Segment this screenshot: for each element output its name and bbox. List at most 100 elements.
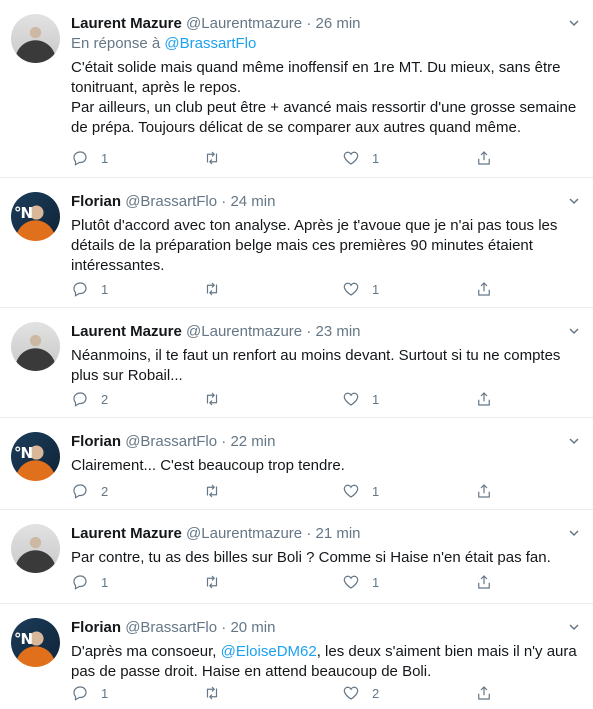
tweet-text-line: tonitruant, après le repos. bbox=[71, 79, 242, 96]
author-handle[interactable]: @Laurentmazure bbox=[186, 15, 302, 32]
avatar[interactable]: °N bbox=[11, 432, 60, 481]
tweet-content: Laurent Mazure @Laurentmazure · 26 min E… bbox=[71, 14, 579, 138]
tweet[interactable]: Laurent Mazure @Laurentmazure · 26 min E… bbox=[0, 0, 593, 178]
author-handle[interactable]: @BrassartFlo bbox=[125, 433, 217, 450]
heart-icon bbox=[343, 686, 359, 700]
retweet-icon bbox=[206, 392, 218, 406]
tweet-content: Florian @BrassartFlo · 22 min Clairement… bbox=[71, 432, 579, 476]
reply-context: En réponse à @BrassartFlo bbox=[71, 34, 579, 54]
reply-count: 1 bbox=[101, 150, 109, 166]
tweet-content: Florian @BrassartFlo · 24 min Plutôt d'a… bbox=[71, 192, 579, 276]
timestamp[interactable]: 24 min bbox=[230, 193, 275, 210]
tweet-text-line: plus sur Robail... bbox=[71, 367, 183, 384]
share-icon bbox=[478, 151, 490, 165]
heart-icon bbox=[343, 575, 359, 589]
share-button[interactable] bbox=[475, 572, 493, 592]
text-segment: , les deux s'aiment bien mais il n'y aur… bbox=[316, 643, 577, 660]
separator-dot: · bbox=[221, 193, 227, 210]
retweet-button[interactable] bbox=[203, 148, 233, 168]
tweet-text-line: Par ailleurs, un club peut être + avancé… bbox=[71, 99, 577, 116]
tweet-header: Florian @BrassartFlo · 24 min bbox=[71, 192, 579, 212]
tweet[interactable]: Laurent Mazure @Laurentmazure · 21 min P… bbox=[0, 510, 593, 604]
reply-to-link[interactable]: @BrassartFlo bbox=[164, 35, 256, 52]
share-icon bbox=[478, 575, 490, 589]
tweet-text: Par contre, tu as des billes sur Boli ? … bbox=[71, 548, 579, 568]
reply-button[interactable]: 1 bbox=[71, 279, 108, 299]
avatar-logo-text: °N bbox=[14, 444, 33, 462]
reply-icon bbox=[73, 484, 87, 499]
reply-count: 2 bbox=[101, 391, 109, 407]
like-button[interactable]: 2 bbox=[342, 683, 379, 703]
tweet[interactable]: Laurent Mazure @Laurentmazure · 23 min N… bbox=[0, 308, 593, 418]
share-icon bbox=[478, 282, 490, 296]
timestamp[interactable]: 20 min bbox=[230, 619, 275, 636]
heart-icon bbox=[343, 392, 359, 406]
author-name[interactable]: Florian bbox=[71, 619, 121, 636]
like-count: 1 bbox=[372, 483, 380, 499]
avatar[interactable]: °N bbox=[11, 618, 60, 667]
like-count: 1 bbox=[372, 281, 380, 297]
author-name[interactable]: Florian bbox=[71, 193, 121, 210]
share-button[interactable] bbox=[475, 279, 493, 299]
tweet[interactable]: °N Florian @BrassartFlo · 22 min Clairem… bbox=[0, 418, 593, 510]
author-name[interactable]: Laurent Mazure bbox=[71, 323, 182, 340]
reply-icon bbox=[73, 392, 87, 407]
reply-prefix: En réponse à bbox=[71, 35, 161, 52]
like-count: 1 bbox=[372, 391, 380, 407]
timestamp[interactable]: 22 min bbox=[230, 433, 275, 450]
tweet[interactable]: °N Florian @BrassartFlo · 20 min D'après… bbox=[0, 604, 593, 709]
reply-button[interactable]: 2 bbox=[71, 481, 108, 501]
avatar[interactable] bbox=[11, 322, 60, 371]
tweet-text: Plutôt d'accord avec ton analyse. Après … bbox=[71, 216, 579, 276]
reply-count: 1 bbox=[101, 574, 109, 590]
tweet-actions: 1 1 bbox=[71, 148, 501, 168]
author-name[interactable]: Florian bbox=[71, 433, 121, 450]
reply-button[interactable]: 1 bbox=[71, 683, 108, 703]
tweet-actions: 2 1 bbox=[71, 481, 501, 501]
tweet-text-line: détails de la préparation belge mais ces… bbox=[71, 237, 533, 254]
share-button[interactable] bbox=[475, 148, 493, 168]
share-icon bbox=[478, 392, 490, 406]
tweet-text-line: intéressantes. bbox=[71, 257, 165, 274]
retweet-icon bbox=[206, 282, 218, 296]
like-button[interactable]: 1 bbox=[342, 279, 379, 299]
author-name[interactable]: Laurent Mazure bbox=[71, 15, 182, 32]
reply-button[interactable]: 1 bbox=[71, 572, 108, 592]
mention-link[interactable]: @EloiseDM62 bbox=[221, 643, 317, 660]
like-button[interactable]: 1 bbox=[342, 572, 379, 592]
retweet-button[interactable] bbox=[203, 683, 233, 703]
author-handle[interactable]: @BrassartFlo bbox=[125, 619, 217, 636]
share-button[interactable] bbox=[475, 683, 493, 703]
like-button[interactable]: 1 bbox=[342, 481, 379, 501]
tweet[interactable]: °N Florian @BrassartFlo · 24 min Plutôt … bbox=[0, 178, 593, 308]
like-button[interactable]: 1 bbox=[342, 148, 379, 168]
retweet-button[interactable] bbox=[203, 572, 233, 592]
tweet-text-line: D'après ma consoeur, @EloiseDM62, les de… bbox=[71, 642, 579, 662]
retweet-button[interactable] bbox=[203, 481, 233, 501]
share-button[interactable] bbox=[475, 389, 493, 409]
retweet-button[interactable] bbox=[203, 389, 233, 409]
tweet-text-line: Plutôt d'accord avec ton analyse. Après … bbox=[71, 217, 558, 234]
like-button[interactable]: 1 bbox=[342, 389, 379, 409]
reply-button[interactable]: 1 bbox=[71, 148, 108, 168]
avatar[interactable] bbox=[11, 524, 60, 573]
tweet-actions: 1 1 bbox=[71, 572, 501, 592]
share-button[interactable] bbox=[475, 481, 493, 501]
tweet-content: Laurent Mazure @Laurentmazure · 23 min N… bbox=[71, 322, 579, 386]
separator-dot: · bbox=[306, 15, 312, 32]
timestamp[interactable]: 21 min bbox=[316, 525, 361, 542]
avatar[interactable] bbox=[11, 14, 60, 63]
separator-dot: · bbox=[306, 323, 312, 340]
retweet-button[interactable] bbox=[203, 279, 233, 299]
author-name[interactable]: Laurent Mazure bbox=[71, 525, 182, 542]
author-handle[interactable]: @BrassartFlo bbox=[125, 193, 217, 210]
timestamp[interactable]: 23 min bbox=[316, 323, 361, 340]
tweet-text: C'était solide mais quand même inoffensi… bbox=[71, 58, 579, 138]
avatar[interactable]: °N bbox=[11, 192, 60, 241]
tweet-text-line: pas de passe droit. Haise en attend beau… bbox=[71, 663, 432, 680]
tweet-text-line: Néanmoins, il te faut un renfort au moin… bbox=[71, 347, 561, 364]
reply-button[interactable]: 2 bbox=[71, 389, 108, 409]
author-handle[interactable]: @Laurentmazure bbox=[186, 525, 302, 542]
timestamp[interactable]: 26 min bbox=[316, 15, 361, 32]
author-handle[interactable]: @Laurentmazure bbox=[186, 323, 302, 340]
